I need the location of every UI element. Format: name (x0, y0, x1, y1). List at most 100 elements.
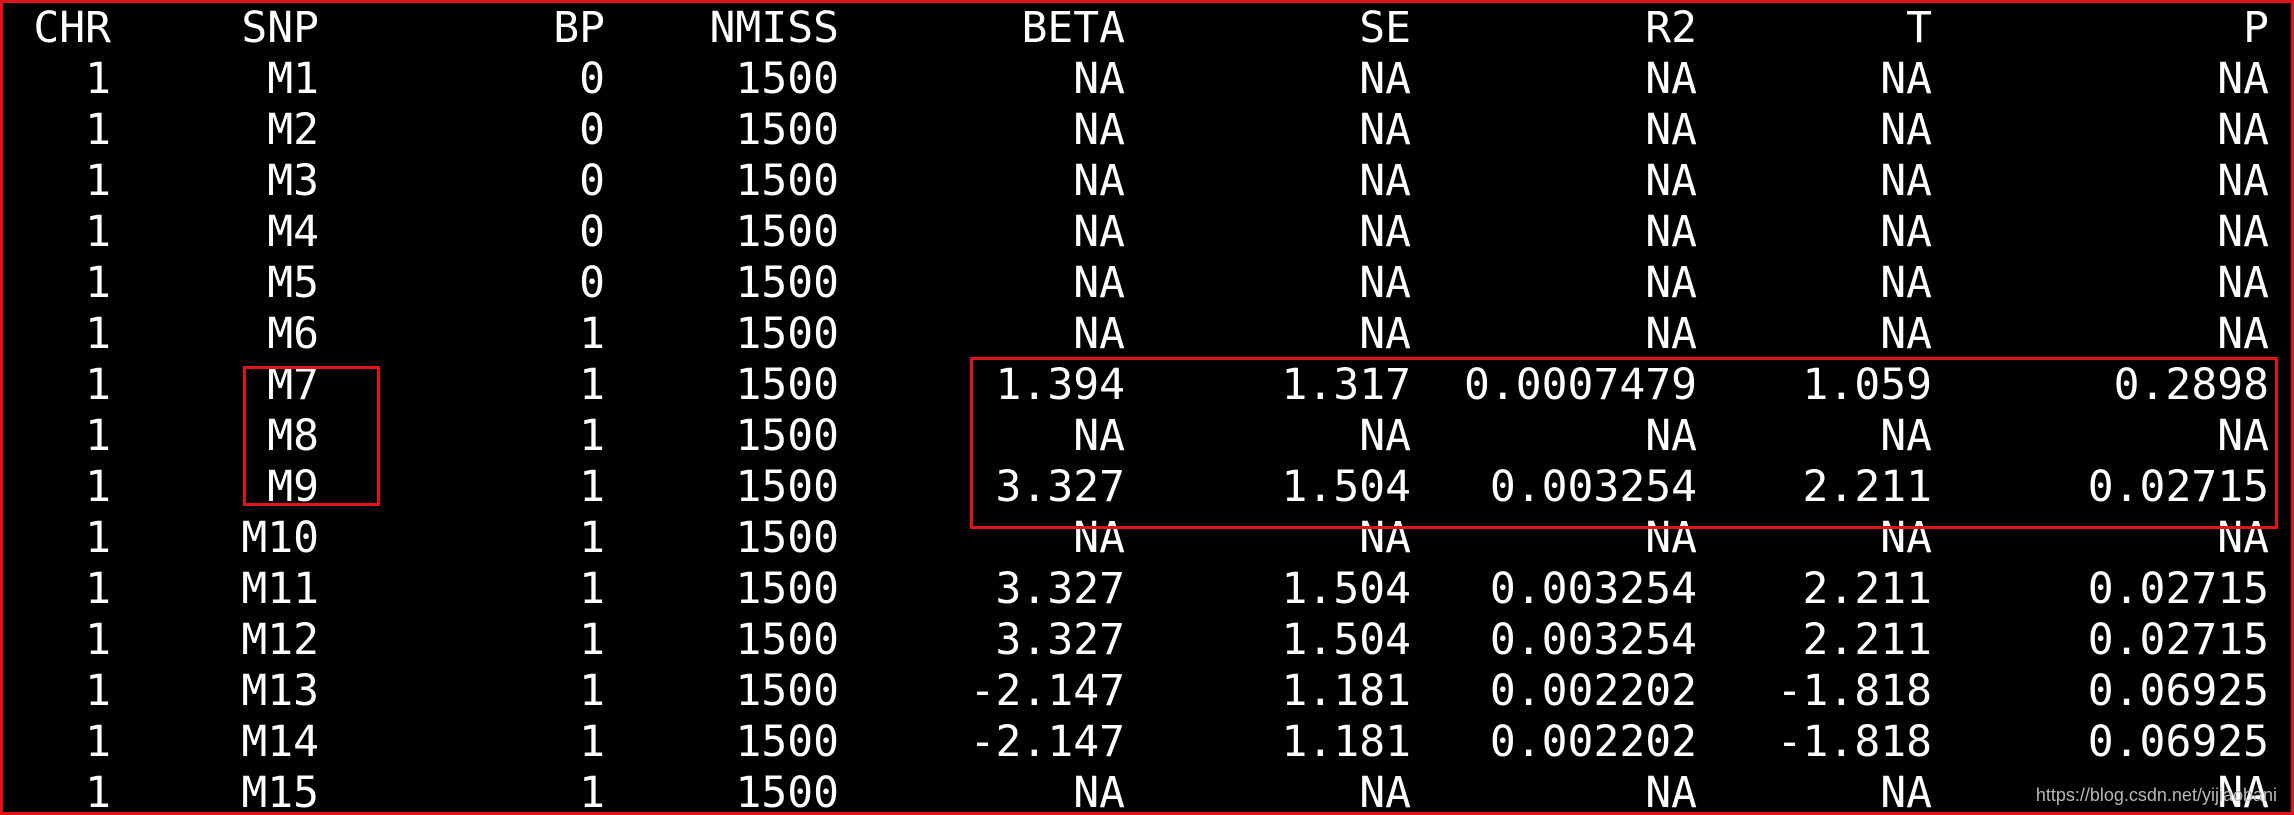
cell-nmiss: 1500 (735, 462, 839, 512)
cell-chr: 1 (85, 360, 111, 410)
cell-se: 1.181 (1281, 666, 1411, 716)
cell-se: NA (1359, 105, 1411, 155)
cell-chr: 1 (85, 105, 111, 155)
cell-t: 2.211 (1802, 615, 1932, 665)
cell-chr: 1 (85, 258, 111, 308)
table-row: 1 M4 0 1500 NA NA NA NA NA (3, 207, 2291, 258)
cell-bp: 0 (579, 156, 605, 206)
column-header-beta: BETA (1021, 3, 1125, 53)
cell-bp: 1 (579, 360, 605, 410)
cell-chr: 1 (85, 615, 111, 665)
cell-chr: 1 (85, 411, 111, 461)
cell-se: NA (1359, 768, 1411, 815)
cell-beta: 3.327 (995, 564, 1125, 614)
cell-chr: 1 (85, 717, 111, 767)
cell-r2: NA (1645, 207, 1697, 257)
cell-p: NA (2217, 54, 2269, 104)
cell-beta: NA (1073, 54, 1125, 104)
terminal-window: CHR SNP BP NMISS BETA SE R2 T P 1 M1 0 1500… (0, 0, 2294, 815)
table-row: 1 M5 0 1500 NA NA NA NA NA (3, 258, 2291, 309)
cell-nmiss: 1500 (735, 309, 839, 359)
cell-r2: NA (1645, 309, 1697, 359)
column-header-snp: SNP (241, 3, 319, 53)
cell-snp: M11 (241, 564, 319, 614)
cell-r2: NA (1645, 156, 1697, 206)
cell-se: 1.504 (1281, 564, 1411, 614)
cell-beta: NA (1073, 309, 1125, 359)
cell-chr: 1 (85, 207, 111, 257)
cell-nmiss: 1500 (735, 54, 839, 104)
cell-t: -1.818 (1776, 666, 1932, 716)
cell-bp: 1 (579, 768, 605, 815)
cell-bp: 1 (579, 309, 605, 359)
column-header-se: SE (1359, 3, 1411, 53)
column-header-nmiss: NMISS (709, 3, 839, 53)
cell-bp: 1 (579, 666, 605, 716)
table-header-row: CHR SNP BP NMISS BETA SE R2 T P (3, 3, 2291, 54)
cell-p: 0.06925 (2087, 717, 2269, 767)
cell-p: 0.06925 (2087, 666, 2269, 716)
cell-snp: M12 (241, 615, 319, 665)
cell-bp: 0 (579, 105, 605, 155)
cell-nmiss: 1500 (735, 564, 839, 614)
cell-nmiss: 1500 (735, 411, 839, 461)
cell-chr: 1 (85, 564, 111, 614)
cell-se: NA (1359, 258, 1411, 308)
cell-se: NA (1359, 54, 1411, 104)
cell-bp: 0 (579, 258, 605, 308)
cell-beta: NA (1073, 768, 1125, 815)
cell-beta: NA (1073, 258, 1125, 308)
cell-p: NA (2217, 258, 2269, 308)
cell-p: NA (2217, 156, 2269, 206)
table-row: 1 M6 1 1500 NA NA NA NA NA (3, 309, 2291, 360)
cell-t: 2.211 (1802, 564, 1932, 614)
cell-chr: 1 (85, 309, 111, 359)
cell-bp: 1 (579, 564, 605, 614)
cell-nmiss: 1500 (735, 258, 839, 308)
cell-t: -1.818 (1776, 717, 1932, 767)
cell-chr: 1 (85, 54, 111, 104)
cell-chr: 1 (85, 768, 111, 815)
cell-snp: M6 (267, 309, 319, 359)
cell-nmiss: 1500 (735, 666, 839, 716)
cell-snp: M14 (241, 717, 319, 767)
cell-beta: 3.327 (995, 615, 1125, 665)
cell-p: NA (2217, 309, 2269, 359)
cell-nmiss: 1500 (735, 360, 839, 410)
cell-t: NA (1880, 258, 1932, 308)
cell-beta: NA (1073, 156, 1125, 206)
column-header-chr: CHR (33, 3, 111, 53)
column-header-t: T (1906, 3, 1932, 53)
table-row: 1 M15 1 1500 NA NA NA NA NA (3, 768, 2291, 815)
cell-snp: M10 (241, 513, 319, 563)
cell-p: NA (2217, 105, 2269, 155)
cell-se: NA (1359, 207, 1411, 257)
cell-nmiss: 1500 (735, 615, 839, 665)
cell-beta: -2.147 (969, 717, 1125, 767)
cell-t: NA (1880, 309, 1932, 359)
cell-r2: NA (1645, 105, 1697, 155)
cell-nmiss: 1500 (735, 717, 839, 767)
cell-r2: 0.002202 (1489, 666, 1697, 716)
cell-r2: NA (1645, 54, 1697, 104)
stats-highlight-box (970, 357, 2278, 529)
cell-r2: 0.003254 (1489, 615, 1697, 665)
cell-beta: NA (1073, 105, 1125, 155)
table-row: 1 M1 0 1500 NA NA NA NA NA (3, 54, 2291, 105)
column-header-r2: R2 (1645, 3, 1697, 53)
cell-chr: 1 (85, 666, 111, 716)
cell-bp: 0 (579, 207, 605, 257)
cell-se: 1.181 (1281, 717, 1411, 767)
cell-r2: NA (1645, 768, 1697, 815)
cell-bp: 1 (579, 411, 605, 461)
table-row: 1 M2 0 1500 NA NA NA NA NA (3, 105, 2291, 156)
cell-nmiss: 1500 (735, 156, 839, 206)
cell-r2: 0.003254 (1489, 564, 1697, 614)
cell-se: NA (1359, 309, 1411, 359)
cell-bp: 0 (579, 54, 605, 104)
cell-beta: NA (1073, 207, 1125, 257)
column-header-p: P (2243, 3, 2269, 53)
cell-bp: 1 (579, 462, 605, 512)
cell-se: 1.504 (1281, 615, 1411, 665)
cell-snp: M5 (267, 258, 319, 308)
